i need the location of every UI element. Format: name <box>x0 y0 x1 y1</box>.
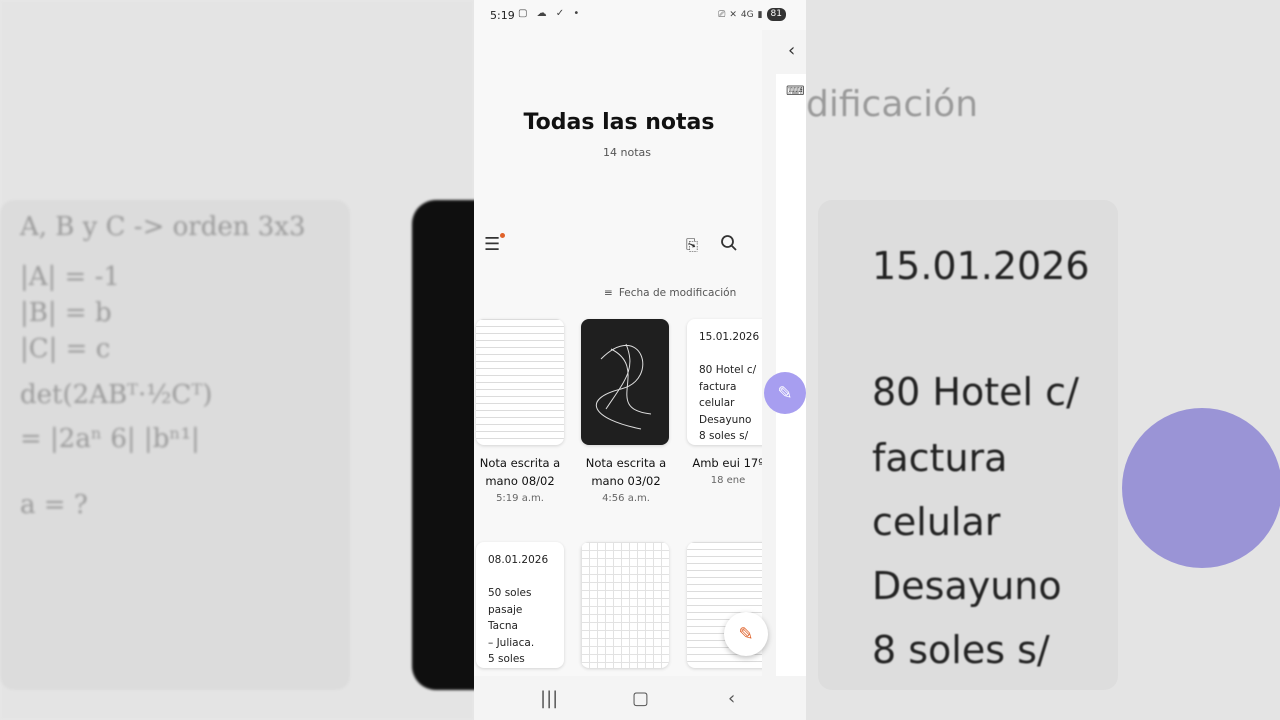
note-caption: Nota escrita a mano 08/02 5:19 a.m. <box>474 454 570 508</box>
chevron-left-icon[interactable]: ‹ <box>788 40 795 61</box>
bg-handwriting-line: A, B y C -> orden 3x3 <box>20 212 306 242</box>
pdf-add-icon[interactable]: ⎘ <box>686 236 698 254</box>
bg-handwriting-line: = |2aⁿ 6| |bⁿ¹| <box>20 424 200 454</box>
cast-icon: ⎚ <box>718 9 726 20</box>
status-bar: 5:19 ▢ ☁ ✓ • ⎚ ✕ 4G ▮ 81 <box>474 0 806 30</box>
network-label: 4G <box>740 9 754 20</box>
bg-note-line: 8 soles s/ <box>872 628 1050 672</box>
bg-pen-fab <box>1122 408 1280 568</box>
note-date: 5:19 a.m. <box>496 493 544 504</box>
status-right-icons: ⎚ ✕ 4G ▮ 81 <box>718 8 786 21</box>
bg-note-line: celular <box>872 500 1001 544</box>
phone-screen: 5:19 ▢ ☁ ✓ • ⎚ ✕ 4G ▮ 81 Todas las notas… <box>474 0 806 720</box>
bg-note-line: factura <box>872 436 1008 480</box>
note-date: 4:56 a.m. <box>602 493 650 504</box>
status-notification-icons: ▢ ☁ ✓ • <box>518 8 583 19</box>
bg-handwriting-line: a = ? <box>20 490 88 520</box>
home-icon[interactable]: ▢ <box>632 688 649 709</box>
page-title: Todas las notas <box>523 110 715 135</box>
bg-note-line: 15.01.2026 <box>872 244 1090 288</box>
recent-apps-icon[interactable]: ||| <box>540 688 558 709</box>
note-title: mano 08/02 <box>485 474 555 488</box>
bg-note-line: Desayuno <box>872 564 1062 608</box>
navigation-bar: ||| ▢ ‹ <box>474 676 806 720</box>
search-icon[interactable] <box>720 234 738 257</box>
bg-note-line: 80 Hotel c/ <box>872 370 1079 414</box>
hamburger-menu-icon[interactable]: ☰ <box>484 234 500 255</box>
pen-fab-icon[interactable]: ✎ <box>764 372 806 414</box>
note-card[interactable] <box>581 319 669 445</box>
bg-handwriting-line: |B| = b <box>20 298 112 328</box>
note-title: mano 03/02 <box>591 474 661 488</box>
bg-handwriting-line: det(2ABᵀ·½Cᵀ) <box>20 380 213 410</box>
note-title: Nota escrita a <box>479 456 561 470</box>
handwritten-preview <box>476 319 564 445</box>
background-left-panel: A, B y C -> orden 3x3 |A| = -1 |B| = b |… <box>0 0 532 720</box>
note-card[interactable] <box>581 542 669 668</box>
signal-icon: ▮ <box>757 9 763 20</box>
side-panel: ‹ ⌨ <box>762 30 806 694</box>
bg-handwriting-line: |C| = c <box>20 334 111 364</box>
bg-handwriting-line: |A| = -1 <box>20 262 120 292</box>
status-time: 5:19 <box>490 9 515 22</box>
note-count: 14 notas <box>603 146 651 159</box>
mute-icon: ✕ <box>729 9 737 20</box>
new-note-button[interactable]: ✎ <box>724 612 768 656</box>
battery-badge: 81 <box>766 8 786 21</box>
sort-control[interactable]: ≡ Fecha de modificación <box>604 287 736 299</box>
note-title: Nota escrita a <box>585 456 667 470</box>
note-card[interactable]: 08.01.2026 50 soles pasaje Tacna – Julia… <box>476 542 564 668</box>
bg-heading: dificación <box>806 84 979 125</box>
sort-icon: ≡ <box>604 287 613 299</box>
note-card[interactable] <box>476 319 564 445</box>
sort-label: Fecha de modificación <box>618 287 737 299</box>
grid-preview <box>581 542 669 668</box>
notification-dot <box>500 233 505 238</box>
note-preview-text: 08.01.2026 50 soles pasaje Tacna – Julia… <box>488 554 549 665</box>
background-right-panel: dificación 15.01.2026 80 Hotel c/ factur… <box>806 0 1280 720</box>
edit-icon: ✎ <box>738 623 754 645</box>
scribble-preview <box>596 343 652 430</box>
back-icon[interactable]: ‹ <box>728 688 735 709</box>
note-caption: Nota escrita a mano 03/02 4:56 a.m. <box>576 454 676 508</box>
keyboard-icon[interactable]: ⌨ <box>786 84 805 99</box>
